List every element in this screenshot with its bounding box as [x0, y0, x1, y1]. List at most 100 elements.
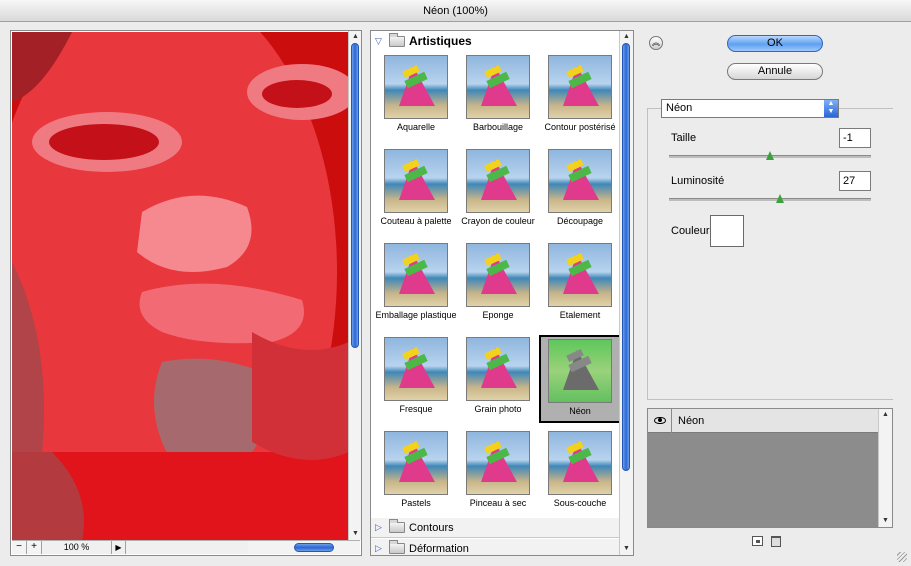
category-label: Contours — [409, 521, 454, 534]
filter-thumbnail-image — [548, 243, 612, 307]
trash-icon[interactable] — [771, 536, 781, 547]
filter-thumbnail-image — [384, 431, 448, 495]
filter-thumbnail-grid: Aquarelle Barbouillage Contour postérisé… — [375, 53, 621, 517]
filter-thumbnail-image — [384, 337, 448, 401]
filter-thumb-grain-photo[interactable]: Grain photo — [457, 335, 539, 423]
category-deformation[interactable]: ▷ Déformation — [371, 539, 620, 555]
folder-icon — [389, 519, 405, 533]
category-artistiques[interactable]: ▽ Artistiques — [371, 31, 620, 51]
color-swatch[interactable] — [710, 215, 744, 247]
filter-thumb-crayon-de-couleur[interactable]: Crayon de couleur — [457, 147, 539, 235]
filter-label: Pastels — [401, 498, 431, 508]
preview-pane: ▲ ▼ − + 100 % ▶ — [10, 30, 362, 556]
filter-thumbnail-image — [548, 55, 612, 119]
gallery-scroll-thumb[interactable] — [622, 43, 630, 471]
zoom-menu-button[interactable]: ▶ — [112, 541, 126, 554]
gallery-vertical-scrollbar[interactable]: ▲ ▼ — [619, 31, 633, 555]
filter-gallery: ▽ Artistiques Aquarelle Barbouillage Con… — [370, 30, 634, 556]
disclosure-closed-icon: ▷ — [375, 522, 382, 532]
preview-scroll-thumb[interactable] — [351, 43, 359, 348]
zoom-level-field[interactable]: 100 % — [42, 541, 112, 554]
filter-thumbnail-image — [384, 243, 448, 307]
filter-thumbnail-image — [466, 431, 530, 495]
folder-icon — [389, 540, 405, 554]
size-slider-thumb[interactable] — [766, 151, 774, 160]
filter-thumbnail-image — [384, 55, 448, 119]
window-title-bar: Néon (100%) — [0, 0, 911, 22]
filter-label: Néon — [569, 406, 591, 416]
scroll-up-arrow-icon[interactable]: ▲ — [620, 31, 633, 43]
visibility-toggle[interactable] — [648, 408, 672, 433]
filter-thumb-emballage-plastique[interactable]: Emballage plastique — [375, 241, 457, 329]
folder-open-icon — [389, 32, 405, 47]
filter-label: Barbouillage — [472, 122, 524, 132]
preview-image[interactable] — [12, 32, 349, 541]
brightness-label: Luminosité — [671, 175, 725, 187]
size-slider[interactable] — [669, 151, 871, 160]
filter-thumbnail-image — [548, 431, 612, 495]
brightness-input[interactable]: 27 — [839, 171, 871, 191]
scroll-up-arrow-icon[interactable]: ▲ — [879, 409, 892, 421]
preview-hscroll-thumb[interactable] — [294, 543, 334, 552]
filter-thumb-couteau-a-palette[interactable]: Couteau à palette — [375, 147, 457, 235]
layer-row[interactable]: Néon — [648, 408, 879, 433]
filter-label: Pinceau à sec — [469, 498, 527, 508]
filter-thumb-sous-couche[interactable]: Sous-couche — [539, 429, 621, 517]
filter-thumb-barbouillage[interactable]: Barbouillage — [457, 53, 539, 141]
filter-thumb-etalement[interactable]: Etalement — [539, 241, 621, 329]
filter-label: Crayon de couleur — [461, 216, 535, 226]
collapse-gallery-icon[interactable]: ︽ — [649, 36, 663, 50]
scroll-down-arrow-icon[interactable]: ▼ — [879, 515, 892, 527]
zoom-in-button[interactable]: + — [27, 541, 42, 554]
zoom-out-button[interactable]: − — [12, 541, 27, 554]
preview-horizontal-scrollbar[interactable] — [248, 541, 360, 554]
filter-gallery-dialog: ▲ ▼ − + 100 % ▶ ▽ Artistiques Aquarelle … — [0, 22, 911, 566]
filter-label: Découpage — [556, 216, 604, 226]
cancel-button[interactable]: Annule — [727, 63, 823, 80]
filter-thumb-aquarelle[interactable]: Aquarelle — [375, 53, 457, 141]
color-label: Couleur — [671, 225, 710, 237]
filter-label: Grain photo — [474, 404, 522, 414]
filter-thumb-contour-posterise[interactable]: Contour postérisé — [539, 53, 621, 141]
filter-thumbnail-image — [466, 55, 530, 119]
size-label: Taille — [671, 132, 697, 144]
scroll-up-arrow-icon[interactable]: ▲ — [349, 31, 362, 43]
filter-select-value: Néon — [666, 102, 693, 114]
filter-thumb-pastels[interactable]: Pastels — [375, 429, 457, 517]
scroll-down-arrow-icon[interactable]: ▼ — [349, 528, 362, 540]
preview-statusbar: − + 100 % ▶ — [12, 540, 360, 554]
filter-thumbnail-image — [466, 243, 530, 307]
filter-label: Emballage plastique — [375, 310, 457, 320]
ok-button[interactable]: OK — [727, 35, 823, 52]
eye-icon — [653, 417, 666, 424]
filter-thumbnail-image — [548, 149, 612, 213]
filter-thumbnail-image — [466, 149, 530, 213]
filter-thumb-fresque[interactable]: Fresque — [375, 335, 457, 423]
scroll-down-arrow-icon[interactable]: ▼ — [620, 543, 633, 555]
filter-label: Eponge — [482, 310, 514, 320]
category-label: Artistiques — [409, 34, 472, 48]
filter-thumb-neon[interactable]: Néon — [539, 335, 621, 423]
filter-thumbnail-image — [466, 337, 530, 401]
filter-thumb-eponge[interactable]: Eponge — [457, 241, 539, 329]
size-input[interactable]: -1 — [839, 128, 871, 148]
filter-select[interactable]: Néon ▲ ▼ — [661, 99, 839, 118]
filter-label: Sous-couche — [553, 498, 607, 508]
select-arrows-icon: ▲ ▼ — [824, 100, 838, 117]
layer-name: Néon — [678, 414, 705, 427]
preview-vertical-scrollbar[interactable]: ▲ ▼ — [348, 31, 361, 540]
resize-grip-icon[interactable] — [897, 552, 907, 562]
layer-actions — [752, 536, 781, 547]
filter-thumb-pinceau-a-sec[interactable]: Pinceau à sec — [457, 429, 539, 517]
filter-thumbnail-image — [384, 149, 448, 213]
brightness-slider[interactable] — [669, 194, 871, 203]
filter-label: Contour postérisé — [544, 122, 616, 132]
filter-thumb-decoupage[interactable]: Découpage — [539, 147, 621, 235]
filter-label: Couteau à palette — [380, 216, 452, 226]
filter-label: Fresque — [399, 404, 433, 414]
neon-preview-illustration — [12, 32, 349, 541]
category-contours[interactable]: ▷ Contours — [371, 518, 620, 538]
new-effect-layer-icon[interactable] — [752, 536, 763, 546]
layer-list-scrollbar[interactable]: ▲ ▼ — [878, 409, 892, 527]
brightness-slider-thumb[interactable] — [776, 194, 785, 203]
